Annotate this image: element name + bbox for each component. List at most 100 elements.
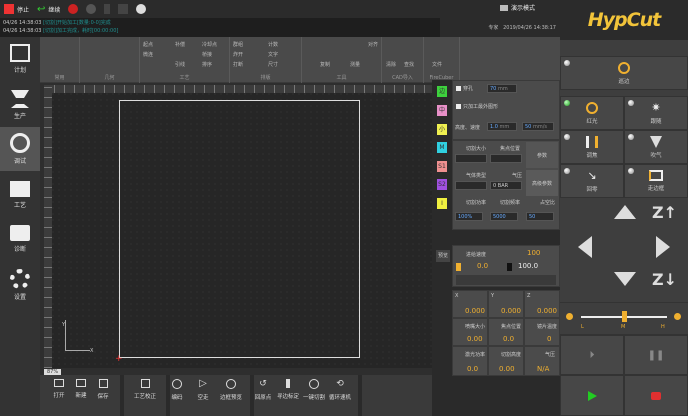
ribbon-item[interactable]: 排序 xyxy=(202,61,212,68)
head-icon[interactable] xyxy=(104,4,111,14)
advanced-button[interactable]: 高级参数 xyxy=(526,170,558,196)
ribbon-item[interactable]: 复制 xyxy=(320,61,330,68)
ribbon-item[interactable]: 微连 xyxy=(143,51,153,58)
follow-button[interactable]: ✷ 跟随 xyxy=(624,96,688,130)
readout-cut-height: 切割高度 0.00 xyxy=(488,346,524,376)
nozzle-input[interactable] xyxy=(455,154,487,163)
ribbon-item[interactable]: 对齐 xyxy=(368,41,378,48)
network-icon[interactable] xyxy=(118,4,129,14)
speed-bar[interactable] xyxy=(456,275,556,285)
ribbon-item[interactable]: 计数 xyxy=(268,41,278,48)
power-input[interactable]: 100% xyxy=(455,212,483,221)
jog-left-icon[interactable] xyxy=(578,236,592,258)
speed-low-icon[interactable] xyxy=(566,313,573,320)
outline-only-checkbox[interactable] xyxy=(456,104,461,109)
ribbon-item[interactable]: 查找 xyxy=(404,61,414,68)
laser-icon[interactable] xyxy=(68,4,79,14)
axis-y-label: Y xyxy=(62,322,66,328)
z-readout: Z 0.000 xyxy=(524,290,560,318)
sidebar-item-diagnose[interactable]: 诊断 xyxy=(0,217,40,261)
freq-input[interactable]: 5000 xyxy=(490,212,518,221)
pierce-checkbox[interactable] xyxy=(456,86,461,91)
x-axis-indicator xyxy=(65,350,90,351)
frame-preview-button[interactable]: 边框预览 xyxy=(214,379,248,401)
stop-machine-button[interactable] xyxy=(624,375,688,416)
ribbon-item[interactable]: 清除 xyxy=(386,61,396,68)
height-input[interactable]: 1.0 mm xyxy=(487,122,517,131)
sidebar-item-process[interactable]: 工艺 xyxy=(0,173,40,217)
slider-thumb[interactable] xyxy=(622,311,627,322)
z-down-button[interactable]: Z↓ xyxy=(652,270,677,289)
jog-right-icon[interactable] xyxy=(656,236,670,258)
ribbon-group-process: 起点 微连 补偿 引线 冷却点 桥接 排序 工艺 xyxy=(140,37,230,83)
y-readout: Y 0.000 xyxy=(488,290,524,318)
resume-button[interactable]: ⏵ xyxy=(560,335,624,375)
start-button[interactable] xyxy=(560,375,624,416)
ribbon-item[interactable]: 尺寸 xyxy=(268,61,278,68)
checklist-icon xyxy=(10,44,30,62)
focus-input[interactable] xyxy=(490,154,522,163)
home-zero-button[interactable]: ↘ 回零 xyxy=(560,164,624,198)
z-up-button[interactable]: Z↑ xyxy=(652,203,677,222)
ribbon-item[interactable]: 桥接 xyxy=(202,51,212,58)
focus-button[interactable]: 调焦 xyxy=(560,130,624,164)
sidebar-item-settings[interactable]: 设置 xyxy=(0,263,40,307)
ribbon-group-tools: 复制 测量 对齐 工具 xyxy=(302,37,382,83)
ribbon-item[interactable]: 引线 xyxy=(175,61,185,68)
layer-button[interactable]: 边 xyxy=(437,86,447,97)
edge-calibrate-button[interactable]: 寻边标定 xyxy=(274,379,302,400)
edge-find-button[interactable]: 巡边 xyxy=(560,56,688,90)
log-panel: 04/26 14:38:03 [切割]开始加工[数量:0-0]完成 04/26 … xyxy=(0,18,440,37)
layer-button[interactable]: S1 xyxy=(437,161,447,172)
sidebar-item-debug[interactable]: 调试 xyxy=(0,127,40,171)
ribbon-item[interactable]: 群组 xyxy=(233,41,243,48)
ribbon-item[interactable]: 文字 xyxy=(268,51,278,58)
tab-preview[interactable]: 预览 xyxy=(436,250,450,262)
layer-button[interactable]: S2 xyxy=(437,179,447,190)
gas-type-select[interactable] xyxy=(455,181,487,190)
trace-frame-button[interactable]: 走边框 xyxy=(624,164,688,198)
speed-high-icon[interactable] xyxy=(674,313,681,320)
layer-button[interactable]: M xyxy=(437,142,447,153)
demo-mode[interactable]: 演示模式 xyxy=(500,3,535,12)
blow-button[interactable]: 吹气 xyxy=(624,130,688,164)
jog-down-icon[interactable] xyxy=(614,272,636,286)
divider xyxy=(120,375,124,416)
process-correct-button[interactable]: 工艺校正 xyxy=(128,379,162,400)
params-button[interactable]: 参数 xyxy=(526,142,558,168)
ribbon-item[interactable]: 冷却点 xyxy=(202,41,217,48)
pause-button[interactable]: ❚❚ xyxy=(624,335,688,375)
ribbon-item[interactable]: 打断 xyxy=(233,61,243,68)
ribbon-item[interactable]: 测量 xyxy=(350,61,360,68)
loop-button[interactable]: ⟲ 循环速机 xyxy=(326,379,354,401)
ribbon-item[interactable]: 炸开 xyxy=(233,51,243,58)
return-icon: ↩ xyxy=(37,3,46,15)
one-key-cut-button[interactable]: 一键切割 xyxy=(300,379,328,401)
layer-button[interactable]: I xyxy=(437,198,447,209)
top-toolbar: 停止 ↩ 继续 xyxy=(0,0,560,18)
speed-input[interactable]: 50 mm/s xyxy=(522,122,554,131)
shutter-icon[interactable] xyxy=(86,4,97,14)
ribbon-item[interactable]: 起点 xyxy=(143,41,153,48)
ribbon-toolbar: 常用 几何 起点 微连 补偿 引线 冷却点 桥接 排序 工艺 群组 炸开 打断 … xyxy=(40,37,560,83)
origin-marker: + xyxy=(115,354,123,364)
sidebar-item-plan[interactable]: 计划 xyxy=(0,37,40,81)
layer-button[interactable]: 中 xyxy=(437,105,447,116)
folder-icon xyxy=(10,181,30,197)
continue-button[interactable]: ↩ 继续 xyxy=(37,4,60,15)
ribbon-item[interactable]: 文件 xyxy=(432,61,442,68)
save-button[interactable]: 保存 xyxy=(88,379,118,400)
readout-laser-power: 激光功率 0.0 xyxy=(452,346,488,376)
sidebar-item-production[interactable]: 生产 xyxy=(0,83,40,127)
ribbon-item[interactable]: 补偿 xyxy=(175,41,185,48)
layer-button[interactable]: 小 xyxy=(437,124,447,135)
red-light-button[interactable]: 红光 xyxy=(560,96,624,130)
stop-button[interactable]: 停止 xyxy=(4,4,29,14)
duty-input[interactable]: 50 xyxy=(526,212,554,221)
user-icon[interactable] xyxy=(136,4,147,14)
jog-up-icon[interactable] xyxy=(614,205,636,219)
pierce-input[interactable]: 70 mm xyxy=(487,84,517,93)
gas-pressure-input[interactable]: 0 BAR xyxy=(490,181,522,190)
status-led xyxy=(628,100,634,106)
status-led xyxy=(564,168,570,174)
